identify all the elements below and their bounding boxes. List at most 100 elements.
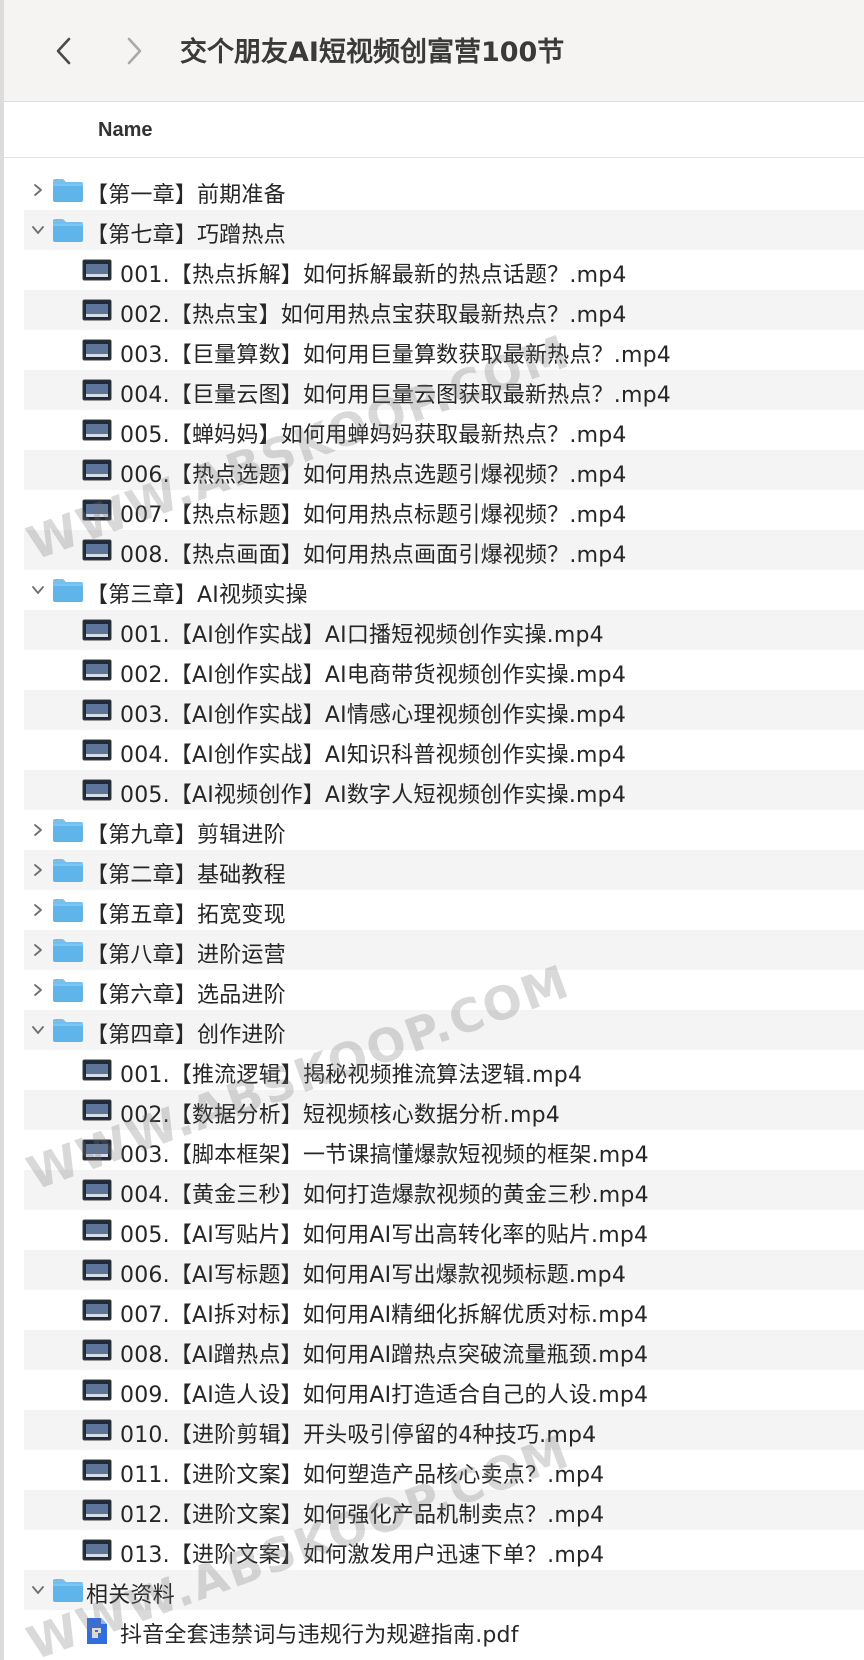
file-row[interactable]: 001.【AI创作实战】AI口播短视频创作实操.mp4 [24, 610, 864, 650]
file-row[interactable]: 005.【AI写贴片】如何用AI写出高转化率的贴片.mp4 [24, 1210, 864, 1250]
video-file-icon [82, 617, 112, 643]
folder-icon [52, 817, 84, 843]
file-row[interactable]: 抖音全套违禁词与违规行为规避指南.pdf [24, 1610, 864, 1650]
folder-row[interactable]: 【第五章】拓宽变现 [24, 890, 864, 930]
folder-icon [52, 1017, 84, 1043]
file-row[interactable]: 004.【黄金三秒】如何打造爆款视频的黄金三秒.mp4 [24, 1170, 864, 1210]
row-label: 003.【AI创作实战】AI情感心理视频创作实操.mp4 [120, 703, 627, 728]
video-file-icon [82, 777, 112, 803]
file-row[interactable]: 001.【热点拆解】如何拆解最新的热点话题？.mp4 [24, 250, 864, 290]
file-row[interactable]: 010.【进阶剪辑】开头吸引停留的4种技巧.mp4 [24, 1410, 864, 1450]
folder-icon [52, 1577, 84, 1603]
chevron-right-icon [34, 824, 42, 836]
chevron-right-icon [34, 904, 42, 916]
video-file-icon [82, 1057, 112, 1083]
file-row[interactable]: 008.【热点画面】如何用热点画面引爆视频？.mp4 [24, 530, 864, 570]
video-file-icon [82, 1217, 112, 1243]
file-row[interactable]: 011.【进阶文案】如何塑造产品核心卖点？.mp4 [24, 1450, 864, 1490]
file-row[interactable]: 001.【推流逻辑】揭秘视频推流算法逻辑.mp4 [24, 1050, 864, 1090]
row-label: 【第五章】拓宽变现 [86, 903, 286, 928]
folder-row[interactable]: 【第三章】AI视频实操 [24, 570, 864, 610]
file-row[interactable]: 012.【进阶文案】如何强化产品机制卖点？.mp4 [24, 1490, 864, 1530]
chevron-right-icon [34, 984, 42, 996]
back-button[interactable] [42, 26, 86, 76]
video-file-icon [82, 1177, 112, 1203]
file-row[interactable]: 004.【巨量云图】如何用巨量云图获取最新热点？.mp4 [24, 370, 864, 410]
row-label: 013.【进阶文案】如何激发用户迅速下单？.mp4 [120, 1543, 605, 1568]
disclosure-expanded[interactable] [26, 1018, 50, 1042]
file-row[interactable]: 005.【AI视频创作】AI数字人短视频创作实操.mp4 [24, 770, 864, 810]
file-row[interactable]: 002.【热点宝】如何用热点宝获取最新热点？.mp4 [24, 290, 864, 330]
file-row[interactable]: 003.【脚本框架】一节课搞懂爆款短视频的框架.mp4 [24, 1130, 864, 1170]
file-row[interactable]: 002.【AI创作实战】AI电商带货视频创作实操.mp4 [24, 650, 864, 690]
folder-icon [52, 937, 84, 963]
row-label: 001.【推流逻辑】揭秘视频推流算法逻辑.mp4 [120, 1063, 583, 1088]
row-label: 007.【AI拆对标】如何用AI精细化拆解优质对标.mp4 [120, 1303, 649, 1328]
disclosure-expanded[interactable] [26, 218, 50, 242]
row-label: 【第八章】进阶运营 [86, 943, 286, 968]
finder-toolbar: 交个朋友AI短视频创富营100节 [4, 0, 864, 102]
chevron-right-icon [34, 184, 42, 196]
file-row[interactable]: 006.【热点选题】如何用热点选题引爆视频？.mp4 [24, 450, 864, 490]
disclosure-expanded[interactable] [26, 1578, 50, 1602]
disclosure-collapsed[interactable] [26, 178, 50, 202]
chevron-down-icon [32, 1026, 44, 1034]
file-row[interactable]: 004.【AI创作实战】AI知识科普视频创作实操.mp4 [24, 730, 864, 770]
disclosure-collapsed[interactable] [26, 898, 50, 922]
file-row[interactable]: 008.【AI蹭热点】如何用AI蹭热点突破流量瓶颈.mp4 [24, 1330, 864, 1370]
video-file-icon [82, 1497, 112, 1523]
folder-row[interactable]: 【第四章】创作进阶 [24, 1010, 864, 1050]
video-file-icon [82, 1457, 112, 1483]
column-header: Name [4, 103, 864, 158]
name-column-header[interactable]: Name [98, 119, 152, 142]
folder-row[interactable]: 【第八章】进阶运营 [24, 930, 864, 970]
window-edge [0, 0, 4, 1660]
row-label: 009.【AI造人设】如何用AI打造适合自己的人设.mp4 [120, 1383, 649, 1408]
chevron-left-icon [56, 37, 71, 65]
video-file-icon [82, 1377, 112, 1403]
row-label: 012.【进阶文案】如何强化产品机制卖点？.mp4 [120, 1503, 605, 1528]
file-row[interactable]: 005.【蝉妈妈】如何用蝉妈妈获取最新热点？.mp4 [24, 410, 864, 450]
row-label: 006.【热点选题】如何用热点选题引爆视频？.mp4 [120, 463, 627, 488]
row-label: 005.【AI写贴片】如何用AI写出高转化率的贴片.mp4 [120, 1223, 649, 1248]
folder-row[interactable]: 【第一章】前期准备 [24, 170, 864, 210]
video-file-icon [82, 297, 112, 323]
file-row[interactable]: 013.【进阶文案】如何激发用户迅速下单？.mp4 [24, 1530, 864, 1570]
row-label: 005.【蝉妈妈】如何用蝉妈妈获取最新热点？.mp4 [120, 423, 627, 448]
folder-icon [52, 217, 84, 243]
file-row[interactable]: 007.【热点标题】如何用热点标题引爆视频？.mp4 [24, 490, 864, 530]
disclosure-collapsed[interactable] [26, 938, 50, 962]
folder-row[interactable]: 【第七章】巧蹭热点 [24, 210, 864, 250]
folder-row[interactable]: 【第九章】剪辑进阶 [24, 810, 864, 850]
file-row[interactable]: 009.【AI造人设】如何用AI打造适合自己的人设.mp4 [24, 1370, 864, 1410]
file-row[interactable]: 007.【AI拆对标】如何用AI精细化拆解优质对标.mp4 [24, 1290, 864, 1330]
file-row[interactable]: 006.【AI写标题】如何用AI写出爆款视频标题.mp4 [24, 1250, 864, 1290]
row-label: 【第一章】前期准备 [86, 183, 286, 208]
file-row[interactable]: 003.【巨量算数】如何用巨量算数获取最新热点？.mp4 [24, 330, 864, 370]
folder-row[interactable]: 相关资料 [24, 1570, 864, 1610]
file-row[interactable]: 003.【AI创作实战】AI情感心理视频创作实操.mp4 [24, 690, 864, 730]
forward-button[interactable] [112, 26, 156, 76]
disclosure-expanded[interactable] [26, 578, 50, 602]
disclosure-collapsed[interactable] [26, 858, 50, 882]
chevron-right-icon [34, 864, 42, 876]
row-label: 004.【AI创作实战】AI知识科普视频创作实操.mp4 [120, 743, 627, 768]
chevron-down-icon [32, 1586, 44, 1594]
row-label: 003.【脚本框架】一节课搞懂爆款短视频的框架.mp4 [120, 1143, 649, 1168]
disclosure-collapsed[interactable] [26, 978, 50, 1002]
video-file-icon [82, 337, 112, 363]
video-file-icon [82, 537, 112, 563]
row-label: 010.【进阶剪辑】开头吸引停留的4种技巧.mp4 [120, 1423, 597, 1448]
video-file-icon [82, 1537, 112, 1563]
video-file-icon [82, 1337, 112, 1363]
video-file-icon [82, 1417, 112, 1443]
folder-icon [52, 577, 84, 603]
file-row[interactable]: 002.【数据分析】短视频核心数据分析.mp4 [24, 1090, 864, 1130]
row-label: 001.【AI创作实战】AI口播短视频创作实操.mp4 [120, 623, 604, 648]
folder-row[interactable]: 【第二章】基础教程 [24, 850, 864, 890]
disclosure-collapsed[interactable] [26, 818, 50, 842]
row-label: 【第六章】选品进阶 [86, 983, 286, 1008]
folder-row[interactable]: 【第六章】选品进阶 [24, 970, 864, 1010]
video-file-icon [82, 1257, 112, 1283]
row-label: 007.【热点标题】如何用热点标题引爆视频？.mp4 [120, 503, 627, 528]
